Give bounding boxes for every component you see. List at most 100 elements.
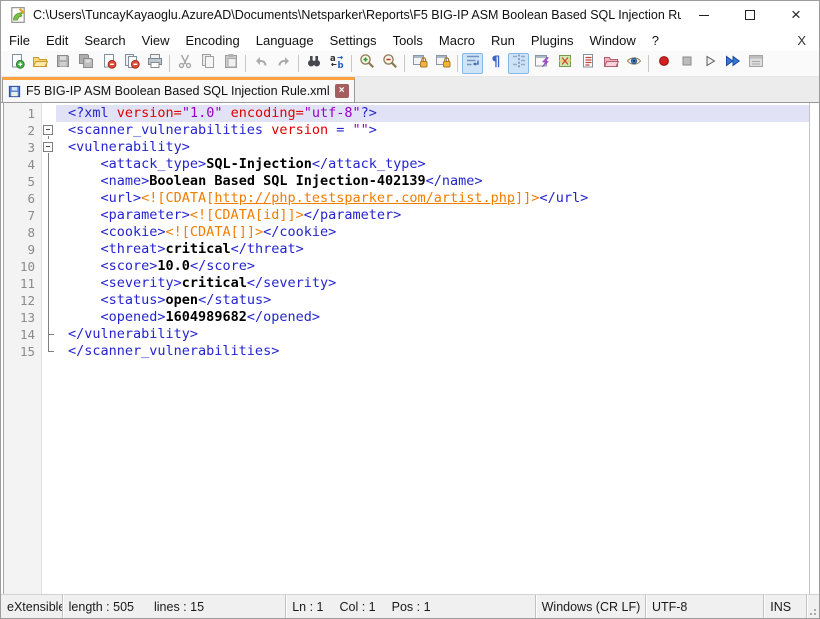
new-file-button[interactable] [6, 53, 27, 74]
code-line[interactable]: <?xml version="1.0" encoding="utf-8"?> [56, 105, 809, 122]
fold-marker [42, 241, 56, 258]
toolbar-separator [457, 55, 458, 72]
print-button[interactable] [144, 53, 165, 74]
notepad-plus-plus-window: C:\Users\TuncayKayaoglu.AzureAD\Document… [0, 0, 820, 619]
maximize-button[interactable] [727, 1, 773, 29]
fold-margin[interactable] [42, 103, 56, 594]
tab-close-button[interactable]: × [335, 84, 349, 98]
sync-horizontal-button[interactable] [432, 53, 453, 74]
code-line[interactable]: <opened>1604989682</opened> [56, 309, 809, 326]
fold-marker [42, 326, 56, 343]
status-pos: Pos : 1 [392, 600, 431, 614]
fold-collapse-button[interactable] [42, 139, 56, 156]
macro-save-button[interactable] [745, 53, 766, 74]
tab-document[interactable]: F5 BIG-IP ASM Boolean Based SQL Injectio… [2, 77, 355, 102]
find-button[interactable] [303, 53, 324, 74]
code-line[interactable]: </vulnerability> [56, 326, 809, 343]
copy-button[interactable] [197, 53, 218, 74]
open-file-button[interactable] [29, 53, 50, 74]
code-line[interactable]: <name>Boolean Based SQL Injection-402139… [56, 173, 809, 190]
close-all-button[interactable] [121, 53, 142, 74]
menu-file[interactable]: File [2, 31, 37, 50]
code-line[interactable]: <url><![CDATA[http://php.testsparker.com… [56, 190, 809, 207]
tab-bar: F5 BIG-IP ASM Boolean Based SQL Injectio… [1, 77, 819, 103]
macro-record-icon [656, 53, 672, 74]
status-bar: eXtensible length : 505 lines : 15 Ln : … [1, 594, 819, 618]
fold-marker [42, 275, 56, 292]
close-icon: × [791, 6, 801, 25]
menu-edit[interactable]: Edit [39, 31, 75, 50]
line-number-margin[interactable]: 123456789101112131415 [4, 103, 42, 594]
resize-grip[interactable] [807, 595, 819, 618]
menu-search[interactable]: Search [77, 31, 132, 50]
document-list-button[interactable] [577, 53, 598, 74]
menu-window[interactable]: Window [583, 31, 643, 50]
code-line[interactable]: <vulnerability> [56, 139, 809, 156]
save-all-button[interactable] [75, 53, 96, 74]
undo-button[interactable] [250, 53, 271, 74]
status-col: Col : 1 [340, 600, 376, 614]
document-map-icon [557, 53, 573, 74]
sync-vertical-button[interactable] [409, 53, 430, 74]
close-all-icon [124, 53, 140, 74]
code-line[interactable]: </scanner_vulnerabilities> [56, 343, 809, 360]
zoom-out-button[interactable] [379, 53, 400, 74]
save-file-icon [55, 53, 71, 74]
code-line[interactable]: <threat>critical</threat> [56, 241, 809, 258]
macro-run-multiple-button[interactable] [722, 53, 743, 74]
replace-button[interactable]: ab [326, 53, 347, 74]
folder-as-workspace-button[interactable] [600, 53, 621, 74]
document-map-button[interactable] [554, 53, 575, 74]
menu-language[interactable]: Language [249, 31, 321, 50]
minimize-button[interactable] [681, 1, 727, 29]
toolbar-separator [169, 55, 170, 72]
status-insert-mode[interactable]: INS [764, 595, 807, 618]
code-line[interactable]: <severity>critical</severity> [56, 275, 809, 292]
line-number: 1 [4, 105, 41, 122]
menu-run[interactable]: Run [484, 31, 522, 50]
show-indent-guide-button[interactable] [508, 53, 529, 74]
menu-help[interactable]: ? [645, 31, 666, 50]
line-number: 11 [4, 275, 41, 292]
save-file-button[interactable] [52, 53, 73, 74]
code-line[interactable]: <cookie><![CDATA[]]></cookie> [56, 224, 809, 241]
code-line[interactable]: <parameter><![CDATA[id]]></parameter> [56, 207, 809, 224]
function-list-button[interactable] [531, 53, 552, 74]
menu-settings[interactable]: Settings [323, 31, 384, 50]
zoom-in-button[interactable] [356, 53, 377, 74]
menu-plugins[interactable]: Plugins [524, 31, 581, 50]
title-bar[interactable]: C:\Users\TuncayKayaoglu.AzureAD\Document… [1, 1, 819, 29]
fold-collapse-button[interactable] [42, 122, 56, 139]
cut-button[interactable] [174, 53, 195, 74]
macro-record-button[interactable] [653, 53, 674, 74]
show-all-characters-button[interactable]: ¶ [485, 53, 506, 74]
macro-playback-button[interactable] [699, 53, 720, 74]
code-line[interactable]: <attack_type>SQL-Injection</attack_type> [56, 156, 809, 173]
monitoring-button[interactable] [623, 53, 644, 74]
redo-button[interactable] [273, 53, 294, 74]
toolbar: ab ¶ [1, 51, 819, 77]
editor[interactable]: 123456789101112131415 <?xml version="1.0… [3, 103, 810, 594]
menu-encoding[interactable]: Encoding [179, 31, 247, 50]
toolbar-separator [648, 55, 649, 72]
close-file-button[interactable] [98, 53, 119, 74]
menu-tools[interactable]: Tools [386, 31, 430, 50]
line-number: 2 [4, 122, 41, 139]
code-area[interactable]: <?xml version="1.0" encoding="utf-8"?><s… [56, 103, 809, 594]
paste-button[interactable] [220, 53, 241, 74]
zoom-in-icon [359, 53, 375, 74]
fold-marker [42, 292, 56, 309]
menu-macro[interactable]: Macro [432, 31, 482, 50]
status-encoding[interactable]: UTF-8 [646, 595, 764, 618]
menu-view[interactable]: View [135, 31, 177, 50]
menubar-close-button[interactable]: X [797, 33, 819, 48]
code-line[interactable]: <scanner_vulnerabilities version = ""> [56, 122, 809, 139]
toolbar-separator [351, 55, 352, 72]
code-line[interactable]: <score>10.0</score> [56, 258, 809, 275]
macro-stop-button[interactable] [676, 53, 697, 74]
code-line[interactable]: <status>open</status> [56, 292, 809, 309]
status-eol-format[interactable]: Windows (CR LF) [536, 595, 646, 618]
close-button[interactable]: × [773, 1, 819, 29]
word-wrap-button[interactable] [462, 53, 483, 74]
window-controls: × [681, 1, 819, 29]
